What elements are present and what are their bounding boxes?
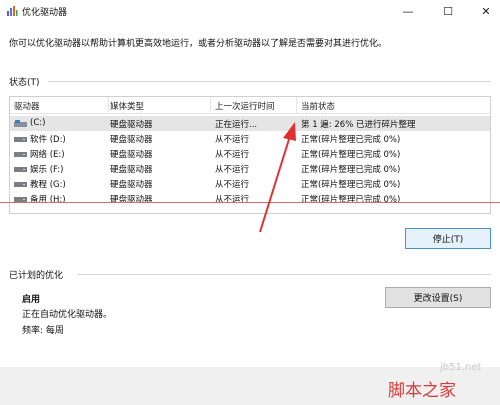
annotation-arrow-icon <box>259 122 296 233</box>
watermark-site: jb51.net <box>440 362 482 373</box>
watermark-brand: 脚本之家 <box>388 381 456 401</box>
scheduled-divider <box>78 274 491 275</box>
schedule-detail: 正在自动优化驱动器。 <box>22 310 113 320</box>
scheduled-section-label: 已计划的优化 <box>9 271 64 281</box>
stop-button[interactable]: 停止(T) <box>405 228 491 249</box>
schedule-frequency: 频率: 每周 <box>22 326 64 336</box>
change-settings-button[interactable]: 更改设置(S) <box>385 287 491 308</box>
schedule-state: 启用 <box>22 295 41 305</box>
